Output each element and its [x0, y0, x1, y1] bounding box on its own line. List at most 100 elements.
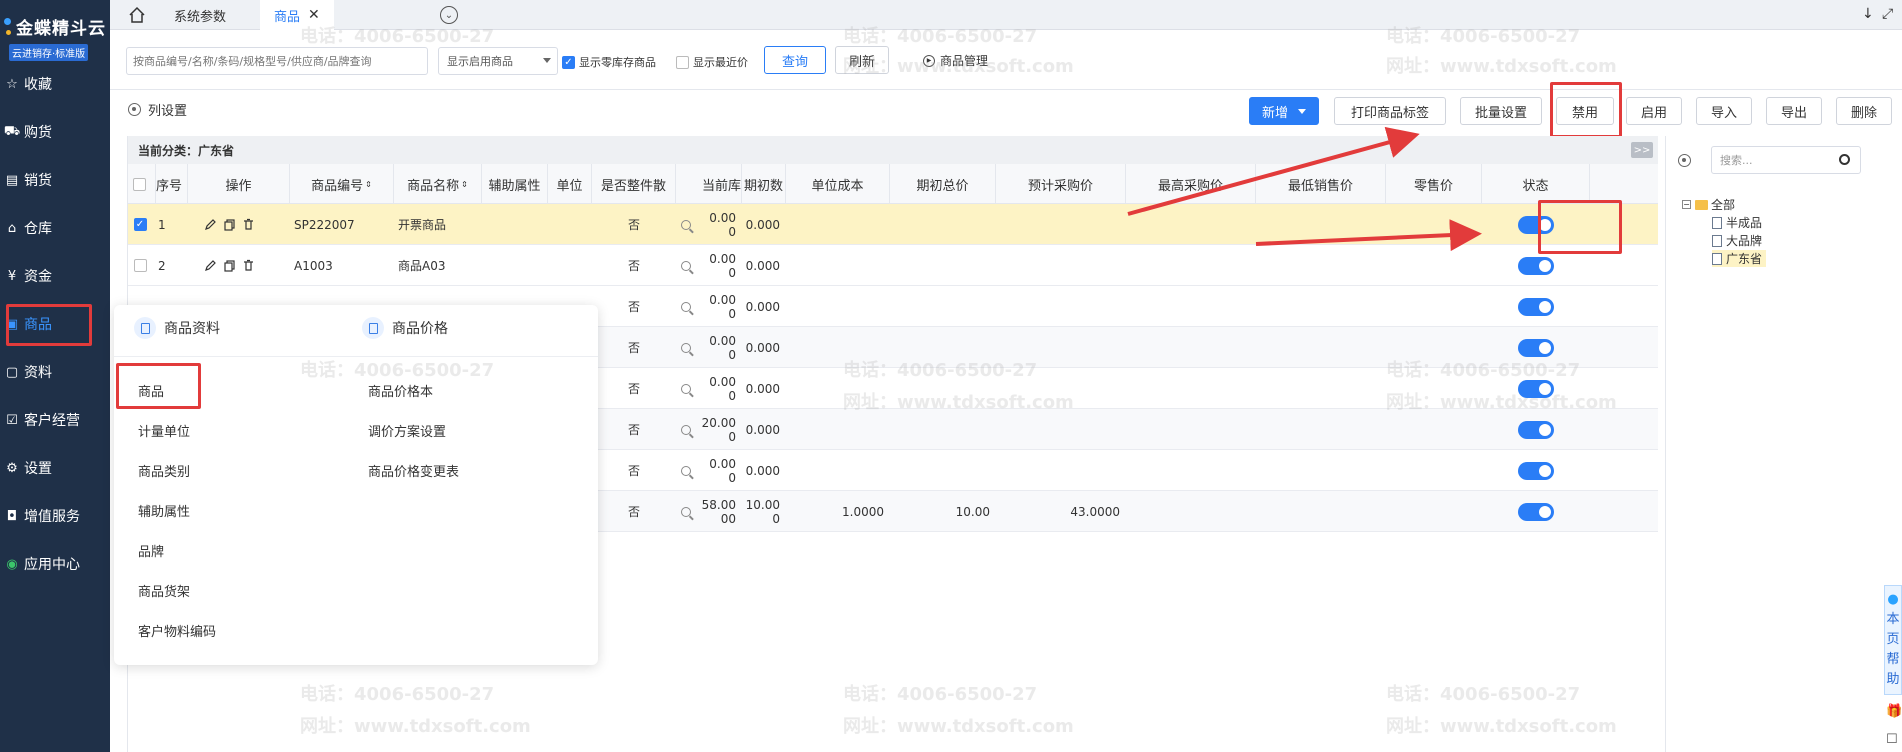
caret-down-icon[interactable] — [1298, 108, 1306, 114]
batch-settings-button[interactable]: 批量设置 — [1460, 97, 1542, 125]
tab-system-params[interactable]: 系统参数 — [160, 0, 240, 30]
status-toggle[interactable] — [1518, 461, 1554, 480]
status-toggle[interactable] — [1518, 420, 1554, 439]
copy-icon[interactable] — [223, 259, 236, 272]
menu-item-price-change[interactable]: 商品价格变更表 — [368, 461, 459, 480]
search-icon[interactable] — [681, 424, 691, 435]
gear-icon[interactable] — [1678, 154, 1691, 167]
sidebar-item-data[interactable]: ▢ 资料 — [0, 352, 110, 392]
menu-item-attribute[interactable]: 辅助属性 — [138, 501, 190, 520]
status-toggle[interactable] — [1518, 256, 1554, 275]
cell-code: A1003 — [294, 258, 333, 273]
collapse-icon[interactable]: − — [1682, 200, 1691, 209]
sidebar-item-sales[interactable]: ▤ 销货 — [0, 160, 110, 200]
checkbox-recent-price[interactable]: 显示最近价 — [676, 54, 748, 70]
cell-name: 开票商品 — [398, 218, 447, 232]
table-row[interactable]: ✓ 1 SP222007 开票商品 否 0.00 0 0.000 — [128, 204, 1658, 245]
sidebar-item-favorites[interactable]: ☆ 收藏 — [0, 64, 110, 104]
checkbox-checked-icon[interactable]: ✓ — [133, 218, 147, 231]
column-name[interactable]: 商品名称 ⇕ — [394, 164, 482, 204]
sidebar-item-customer[interactable]: ☑ 客户经营 — [0, 400, 110, 440]
sidebar-item-funds[interactable]: ¥ 资金 — [0, 256, 110, 296]
status-toggle[interactable] — [1518, 297, 1554, 316]
delete-button[interactable]: 删除 — [1836, 97, 1892, 125]
edit-icon[interactable] — [204, 259, 217, 272]
goods-management-link[interactable]: ▶ 商品管理 — [923, 52, 988, 69]
close-icon[interactable]: ✕ — [308, 7, 320, 23]
search-icon[interactable] — [681, 260, 691, 271]
menu-item-price-plan[interactable]: 调价方案设置 — [368, 421, 446, 440]
search-icon[interactable] — [681, 383, 691, 394]
tree-node-all[interactable]: − 全部 — [1682, 196, 1735, 213]
help-char: 帮 — [1886, 652, 1900, 667]
print-label-button[interactable]: 打印商品标签 — [1334, 97, 1446, 125]
refresh-button[interactable]: 刷新 — [835, 46, 889, 74]
search-icon[interactable] — [1839, 154, 1850, 165]
status-toggle[interactable] — [1518, 379, 1554, 398]
sort-icon[interactable]: ⇕ — [461, 180, 468, 189]
column-extra — [1590, 164, 1658, 204]
column-min-sale: 最低销售价 — [1256, 164, 1386, 204]
menu-item-price-book[interactable]: 商品价格本 — [368, 381, 433, 400]
customer-icon: ☑ — [6, 412, 18, 428]
column-attr: 辅助属性 — [482, 164, 548, 204]
menu-item-shelf[interactable]: 商品货架 — [138, 581, 190, 600]
search-icon[interactable] — [681, 465, 691, 476]
collapse-panel-button[interactable]: >> — [1631, 142, 1653, 158]
column-whole: 是否整件散 — [592, 164, 676, 204]
menu-item-customer-code[interactable]: 客户物料编码 — [138, 621, 216, 640]
chevron-down-icon — [543, 58, 551, 63]
delete-icon[interactable] — [242, 218, 255, 231]
select-value: 显示启用商品 — [447, 55, 513, 68]
edit-icon[interactable] — [204, 218, 217, 231]
menu-item-category[interactable]: 商品类别 — [138, 461, 190, 480]
copy-icon[interactable] — [223, 218, 236, 231]
column-code[interactable]: 商品编号 ⇕ — [290, 164, 394, 204]
sidebar-item-settings[interactable]: ⚙ 设置 — [0, 448, 110, 488]
status-toggle[interactable] — [1518, 338, 1554, 357]
sort-icon[interactable]: ⇕ — [365, 180, 372, 189]
search-icon[interactable] — [681, 342, 691, 353]
chat-icon[interactable]: ☐ — [1886, 732, 1898, 747]
sidebar-item-label: 设置 — [24, 461, 52, 477]
search-icon[interactable] — [681, 506, 691, 517]
download-icon[interactable]: ↓ — [1862, 6, 1874, 22]
tree-node-guangdong[interactable]: 广东省 — [1712, 250, 1767, 267]
status-toggle[interactable] — [1518, 502, 1554, 521]
page-help-tab[interactable]: ● 本 页 帮 助 — [1884, 585, 1902, 695]
export-button[interactable]: 导出 — [1766, 97, 1822, 125]
sidebar-item-services[interactable]: ◘ 增值服务 — [0, 496, 110, 536]
menu-item-unit[interactable]: 计量单位 — [138, 421, 190, 440]
select-all-checkbox[interactable] — [128, 164, 156, 204]
checkbox-unchecked-icon[interactable] — [133, 259, 147, 272]
sidebar-item-warehouse[interactable]: ⌂ 仓库 — [0, 208, 110, 248]
delete-icon[interactable] — [242, 259, 255, 272]
search-input[interactable] — [126, 47, 428, 75]
status-select[interactable]: 显示启用商品 — [438, 47, 558, 75]
fullscreen-icon[interactable]: ⤢ — [1882, 6, 1893, 22]
add-button[interactable]: 新增 — [1249, 97, 1319, 125]
sidebar-item-purchase[interactable]: ⛟ 购货 — [0, 112, 110, 152]
table-row[interactable]: 2 A1003 商品A03 否 0.00 0 0.000 — [128, 245, 1658, 286]
query-button[interactable]: 查询 — [764, 46, 826, 74]
tree-search-input[interactable]: 搜索... — [1711, 146, 1861, 174]
cell-whole: 否 — [627, 300, 640, 314]
sidebar: 金蝶精斗云 云进销存·标准版 ☆ 收藏 ⛟ 购货 ▤ 销货 ⌂ 仓库 ¥ 资金 ▣ 商品 ▢… — [0, 0, 110, 752]
checkbox-zero-stock[interactable]: ✓ 显示零库存商品 — [562, 54, 656, 70]
sidebar-item-apps[interactable]: ◉ 应用中心 — [0, 544, 110, 584]
money-icon: ¥ — [7, 268, 17, 284]
search-icon[interactable] — [681, 219, 691, 230]
gift-icon[interactable]: 🎁 — [1886, 704, 1902, 719]
tab-goods[interactable]: 商品 ✕ — [260, 0, 334, 30]
import-button[interactable]: 导入 — [1696, 97, 1752, 125]
menu-item-brand[interactable]: 品牌 — [138, 541, 164, 560]
column-status: 状态 — [1482, 164, 1590, 204]
column-settings[interactable]: 列设置 — [128, 100, 187, 119]
tree-node-brand[interactable]: 大品牌 — [1712, 232, 1762, 249]
chevron-down-icon[interactable]: ⌄ — [440, 6, 458, 24]
search-icon[interactable] — [681, 301, 691, 312]
enable-button[interactable]: 启用 — [1626, 97, 1682, 125]
highlight-box-goods — [6, 304, 92, 346]
tree-node-semi[interactable]: 半成品 — [1712, 214, 1762, 231]
home-icon[interactable] — [128, 6, 146, 24]
